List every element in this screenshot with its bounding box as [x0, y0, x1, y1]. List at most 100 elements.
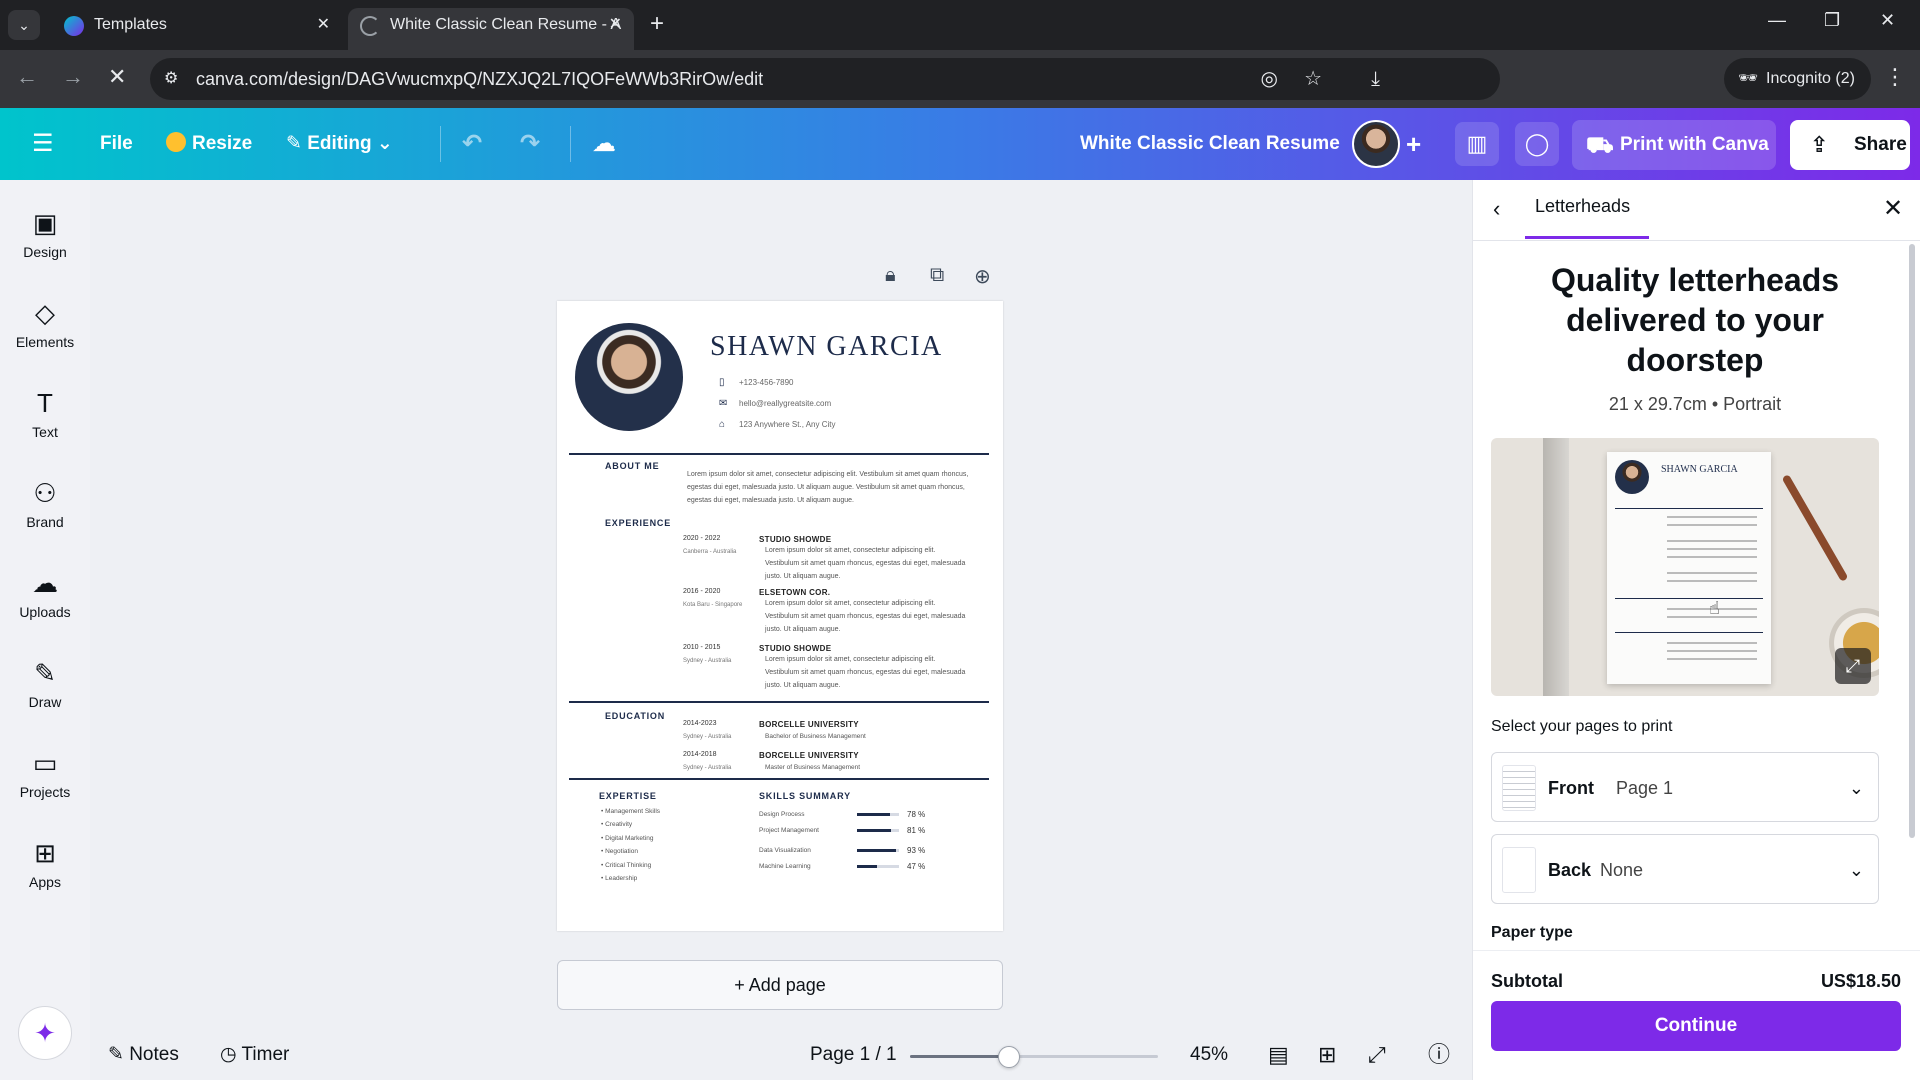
mockup-divider [1615, 508, 1763, 509]
rail-item-text[interactable]: T Text [0, 380, 90, 454]
experience-line: Vestibulum sit amet quam rhoncus, egesta… [765, 669, 966, 676]
duplicate-page-icon[interactable]: ⧉ [930, 264, 944, 287]
star-bookmark-icon[interactable]: ☆ [1304, 58, 1322, 100]
editor-header: ☰ File Resize ✎ Editing ⌄ ↶ ↷ ☁ White Cl… [0, 108, 1920, 180]
incognito-label: Incognito (2) [1766, 70, 1855, 87]
panel-heading: Quality letterheads delivered to your do… [1550, 262, 1840, 378]
tab-search-button[interactable]: ⌄ [8, 10, 40, 40]
close-icon[interactable]: ✕ [1883, 194, 1903, 223]
back-page-select[interactable]: Back None ⌄ [1491, 834, 1879, 904]
phone-text: +123-456-7890 [739, 378, 794, 387]
editing-mode-button[interactable]: ✎ Editing ⌄ [286, 108, 393, 180]
incognito-badge[interactable]: 🕶 Incognito (2) [1724, 58, 1871, 100]
rail-label: Draw [28, 694, 62, 710]
side-rail: ▣ Design ◇ Elements T Text ⚇ Brand ☁ Upl… [0, 180, 90, 1080]
file-menu-button[interactable]: File [100, 108, 133, 180]
undo-icon[interactable]: ↶ [462, 108, 482, 180]
mockup-photo [1615, 460, 1649, 494]
browser-tab-templates[interactable]: Templates ✕ [52, 8, 342, 50]
rail-item-projects[interactable]: ▭ Projects [0, 740, 90, 814]
education-location: Sydney - Australia [683, 734, 732, 740]
share-button[interactable]: ⇪ Share [1790, 120, 1910, 170]
contact-address: ⌂ 123 Anywhere St., Any City [719, 419, 836, 430]
download-icon[interactable]: ⤓ [1371, 58, 1380, 100]
contact-phone: ▯ +123-456-7890 [719, 377, 794, 388]
document-title[interactable]: White Classic Clean Resume [1080, 108, 1340, 180]
window-close-icon[interactable]: ✕ [1880, 10, 1895, 31]
page-view-icon[interactable]: ▤ [1268, 1040, 1289, 1070]
comment-icon[interactable]: ◯ [1515, 122, 1559, 166]
forward-arrow-icon[interactable]: → [62, 64, 84, 90]
main-menu-icon[interactable]: ☰ [32, 108, 54, 180]
subtotal-value: US$18.50 [1820, 971, 1901, 991]
section-divider [569, 778, 989, 780]
zoom-level[interactable]: 45% [1190, 1040, 1228, 1070]
help-icon[interactable]: ⓘ [1428, 1040, 1450, 1070]
resume-page[interactable]: SHAWN GARCIA ▯ +123-456-7890 ✉ hello@reall… [557, 301, 1003, 931]
print-with-canva-button[interactable]: ⛟ Print with Canva [1572, 120, 1776, 170]
notes-button[interactable]: ✎ Notes [108, 1040, 179, 1070]
grid-view-icon[interactable]: ⊞ [1318, 1040, 1336, 1070]
back-chevron-icon[interactable]: ‹ [1493, 196, 1500, 222]
chopsticks-image [1781, 474, 1849, 582]
new-tab-icon[interactable]: + [650, 10, 664, 38]
rail-item-uploads[interactable]: ☁ Uploads [0, 560, 90, 634]
rail-label: Brand [26, 514, 64, 530]
magic-assistant-icon[interactable]: ✦ [18, 1006, 72, 1060]
close-tab-icon[interactable]: ✕ [317, 8, 330, 42]
rail-label: Elements [15, 334, 75, 350]
skill-bar-track [857, 865, 899, 868]
tab-letterheads[interactable]: Letterheads [1535, 196, 1630, 217]
stop-loading-icon[interactable]: ✕ [108, 64, 126, 90]
select-pages-label: Select your pages to print [1491, 718, 1673, 735]
experience-line: justo. Ut aliquam augue. [765, 626, 841, 633]
tab-title: White Classic Clean Resume - A [390, 16, 622, 33]
browser-toolbar: ← → ✕ ⚙ canva.com/design/DAGVwucmxpQ/NZX… [0, 50, 1920, 108]
resume-name: SHAWN GARCIA [710, 331, 943, 362]
product-preview-image[interactable]: SHAWN GARCIA ☝ ⤢ [1491, 438, 1879, 696]
resize-button[interactable]: Resize [166, 108, 252, 180]
add-page-button[interactable]: + Add page [557, 960, 1003, 1010]
redo-icon[interactable]: ↷ [520, 108, 540, 180]
expand-icon[interactable]: ⤢ [1835, 648, 1871, 684]
restore-icon[interactable]: ❐ [1824, 10, 1840, 31]
cloud-save-icon[interactable]: ☁ [592, 108, 616, 180]
expertise-text: Negotiation [605, 848, 638, 855]
eye-off-icon[interactable]: ◎ [1261, 58, 1278, 100]
expertise-text: Management Skills [605, 808, 661, 815]
continue-button[interactable]: Continue [1491, 1001, 1901, 1051]
add-collaborator-icon[interactable]: + [1406, 108, 1421, 180]
minimize-icon[interactable]: — [1768, 10, 1786, 31]
editing-label: Editing [307, 133, 372, 154]
panel-divider [1473, 240, 1920, 241]
site-info-icon[interactable]: ⚙ [164, 58, 178, 100]
chevron-down-icon: ⌄ [1848, 778, 1864, 798]
rail-item-design[interactable]: ▣ Design [0, 200, 90, 274]
page-indicator[interactable]: Page 1 / 1 [810, 1040, 897, 1070]
brand-icon: ⚇ [33, 478, 57, 508]
uploads-icon: ☁ [32, 568, 58, 598]
address-text: 123 Anywhere St., Any City [739, 420, 836, 429]
text-icon: T [37, 388, 53, 418]
fullscreen-icon[interactable]: ⤢ [1368, 1040, 1386, 1070]
hand-cursor-icon: ☝ [1709, 598, 1720, 618]
timer-button[interactable]: ◷ Timer [220, 1040, 289, 1070]
front-page-select[interactable]: Front Page 1 ⌄ [1491, 752, 1879, 822]
browser-tab-resume[interactable]: White Classic Clean Resume - A ✕ [348, 8, 634, 50]
browser-menu-icon[interactable]: ⋮ [1884, 64, 1906, 90]
panel-scrollbar[interactable] [1909, 244, 1915, 838]
rail-item-brand[interactable]: ⚇ Brand [0, 470, 90, 544]
zoom-slider[interactable] [910, 1046, 1158, 1068]
back-arrow-icon[interactable]: ← [16, 64, 38, 90]
pencil-icon: ✎ [286, 133, 308, 154]
rail-item-apps[interactable]: ⊞ Apps [0, 830, 90, 904]
address-bar[interactable]: ⚙ canva.com/design/DAGVwucmxpQ/NZXJQ2L7I… [150, 58, 1500, 100]
close-tab-icon[interactable]: ✕ [609, 8, 622, 42]
rail-item-elements[interactable]: ◇ Elements [0, 290, 90, 364]
analytics-icon[interactable]: ▥ [1455, 122, 1499, 166]
add-page-icon[interactable]: ⊕ [974, 264, 991, 289]
user-avatar[interactable] [1352, 120, 1400, 168]
rail-item-draw[interactable]: ✎ Draw [0, 650, 90, 724]
lock-icon[interactable]: 🔒︎ [885, 264, 896, 287]
checkout-footer: Subtotal US$18.50 Continue [1473, 950, 1920, 1080]
